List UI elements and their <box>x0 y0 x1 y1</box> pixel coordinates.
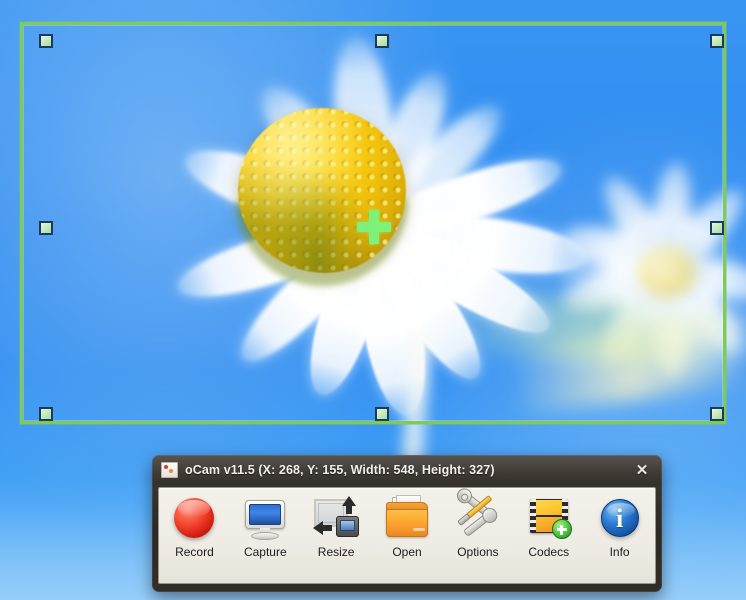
toolbar-button-codecs[interactable]: Codecs <box>513 488 584 583</box>
toolbar-button-label: Record <box>175 545 214 559</box>
toolbar-button-capture[interactable]: Capture <box>230 488 301 583</box>
resize-handle-top-right[interactable] <box>710 34 724 48</box>
resize-handle-bottom-center[interactable] <box>375 407 389 421</box>
toolbar-button-label: Options <box>457 545 499 559</box>
ocam-window[interactable]: oCam v11.5 (X: 268, Y: 155, Width: 548, … <box>152 455 662 592</box>
close-icon[interactable]: ✕ <box>630 459 654 481</box>
resize-handle-middle-right[interactable] <box>710 221 724 235</box>
toolbar-button-label: Capture <box>243 545 287 559</box>
window-title: oCam v11.5 (X: 268, Y: 155, Width: 548, … <box>185 463 495 477</box>
options-icon <box>454 491 502 542</box>
window-titlebar[interactable]: oCam v11.5 (X: 268, Y: 155, Width: 548, … <box>152 455 662 485</box>
capture-center-crosshair-icon <box>357 210 391 244</box>
capture-icon <box>241 494 289 542</box>
toolbar-button-label: Resize <box>317 545 355 559</box>
toolbar-button-label: Open <box>392 545 422 559</box>
toolbar-button-resize[interactable]: Resize <box>301 488 372 583</box>
toolbar-button-open[interactable]: Open <box>372 488 443 583</box>
resize-handle-top-left[interactable] <box>39 34 53 48</box>
toolbar-button-options[interactable]: Options <box>442 488 513 583</box>
resize-icon <box>312 494 360 542</box>
ocam-app-icon <box>161 462 178 478</box>
toolbar: Record Capture Resize Open Options Codec… <box>158 487 656 584</box>
toolbar-button-label: Codecs <box>528 545 570 559</box>
resize-handle-middle-left[interactable] <box>39 221 53 235</box>
toolbar-button-info[interactable]: i Info <box>584 488 655 583</box>
resize-handle-top-center[interactable] <box>375 34 389 48</box>
open-folder-icon <box>383 494 431 542</box>
resize-handle-bottom-right[interactable] <box>710 407 724 421</box>
record-icon <box>170 494 218 542</box>
resize-handle-bottom-left[interactable] <box>39 407 53 421</box>
screen: oCam v11.5 (X: 268, Y: 155, Width: 548, … <box>0 0 746 600</box>
codecs-icon <box>525 494 573 542</box>
toolbar-button-record[interactable]: Record <box>159 488 230 583</box>
info-icon: i <box>596 494 644 542</box>
toolbar-button-label: Info <box>609 545 630 559</box>
